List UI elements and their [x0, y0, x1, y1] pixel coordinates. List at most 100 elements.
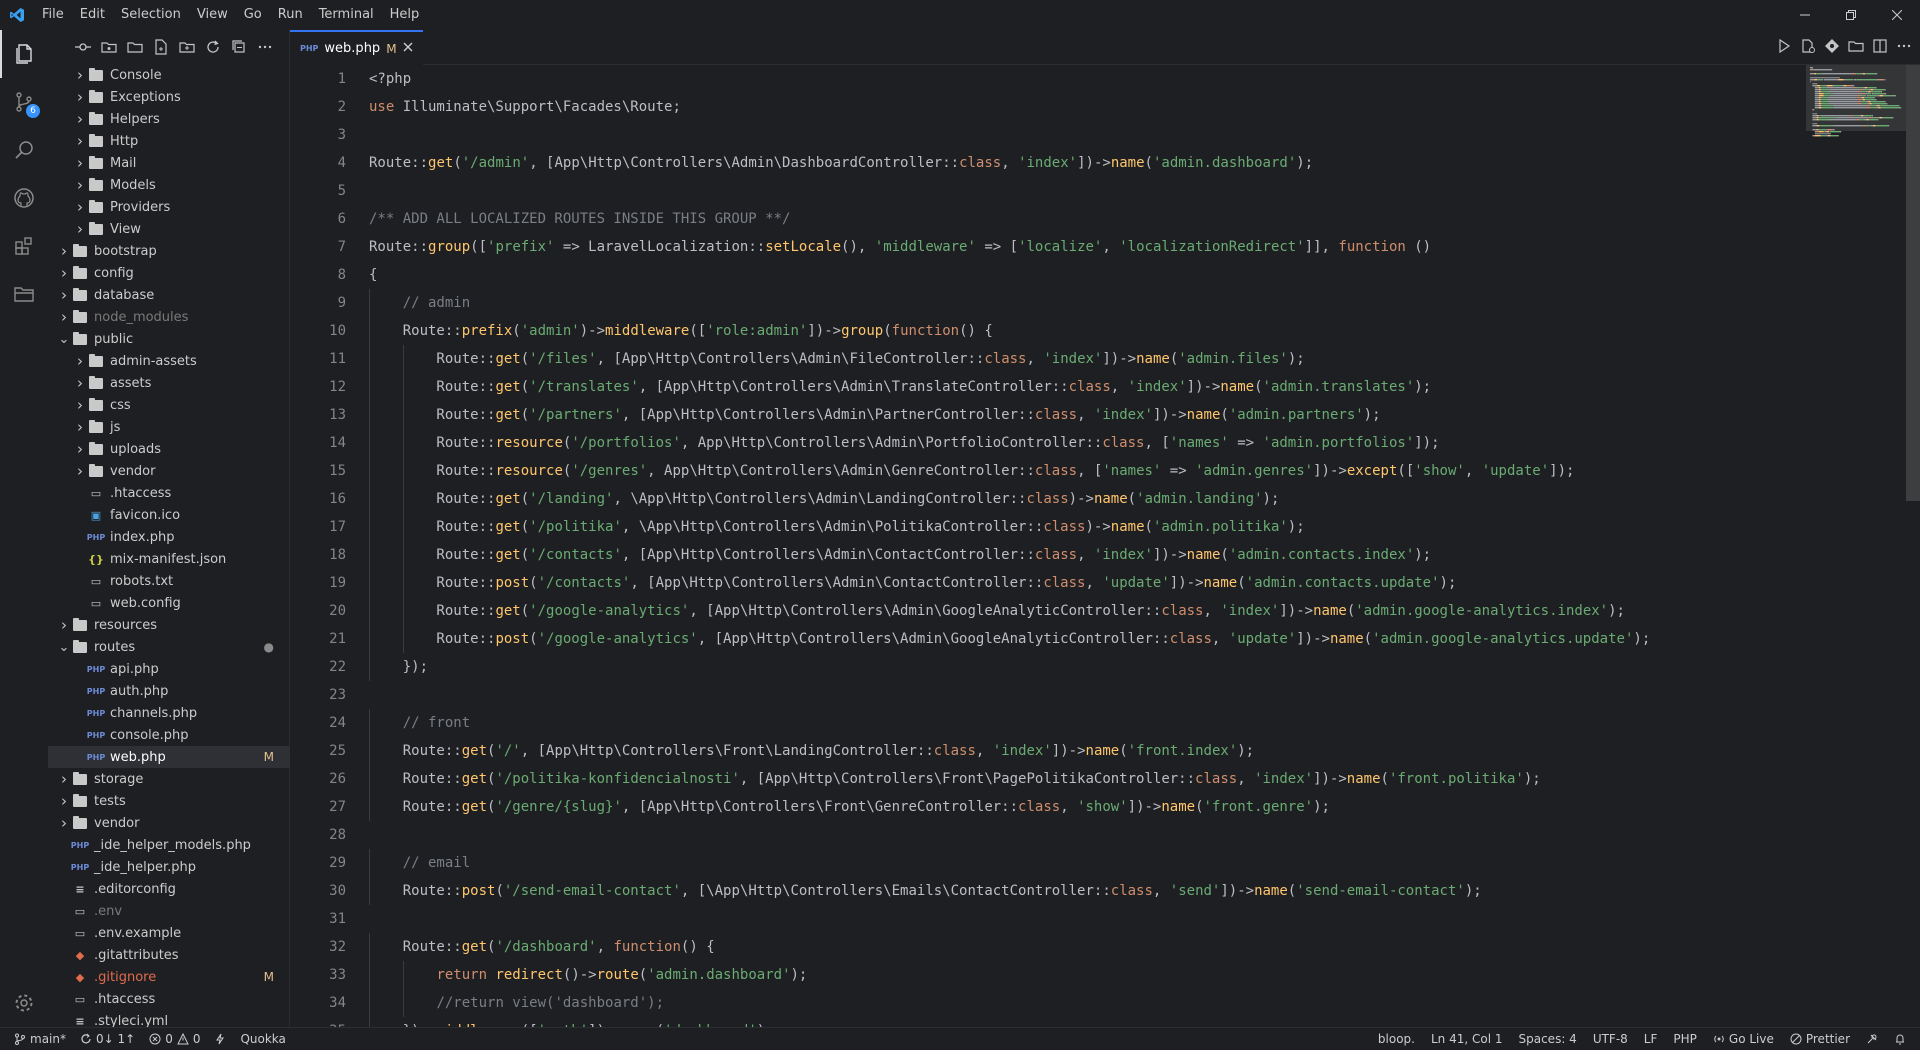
tree-file[interactable]: ≡ .editorconfig: [48, 878, 290, 900]
lightning-indicator[interactable]: [214, 1033, 226, 1045]
close-tab-icon[interactable]: [403, 41, 413, 56]
notifications-bell-icon[interactable]: [1894, 1033, 1906, 1045]
tree-file[interactable]: ◆ .gitattributes: [48, 944, 290, 966]
go-live-button[interactable]: Go Live: [1713, 1032, 1774, 1046]
chevron-right-icon[interactable]: ›: [72, 132, 88, 150]
run-icon[interactable]: [1776, 38, 1792, 58]
chevron-right-icon[interactable]: ›: [72, 374, 88, 392]
extensions-icon[interactable]: [0, 222, 48, 270]
chevron-right-icon[interactable]: ›: [72, 418, 88, 436]
prettier-indicator[interactable]: Prettier: [1790, 1032, 1850, 1046]
tree-folder[interactable]: › storage: [48, 768, 290, 790]
chevron-right-icon[interactable]: ›: [72, 440, 88, 458]
tree-folder[interactable]: › bootstrap: [48, 240, 290, 262]
git-graph-icon[interactable]: [72, 36, 94, 58]
tree-folder[interactable]: › tests: [48, 790, 290, 812]
chevron-right-icon[interactable]: ›: [72, 396, 88, 414]
tree-file[interactable]: PHP web.php M: [48, 746, 290, 768]
chevron-down-icon[interactable]: ⌄: [56, 640, 72, 655]
scrollbar-thumb[interactable]: [1906, 65, 1920, 501]
chevron-right-icon[interactable]: ›: [56, 770, 72, 788]
tree-folder[interactable]: › uploads: [48, 438, 290, 460]
tree-file[interactable]: ▭ .htaccess: [48, 988, 290, 1010]
split-editor-icon[interactable]: [1872, 38, 1888, 58]
tree-file[interactable]: PHP channels.php: [48, 702, 290, 724]
refresh-icon[interactable]: [202, 36, 224, 58]
tree-folder[interactable]: › css: [48, 394, 290, 416]
tree-file[interactable]: PHP auth.php: [48, 680, 290, 702]
tree-file[interactable]: ▭ .env.example: [48, 922, 290, 944]
search-icon[interactable]: [0, 126, 48, 174]
open-folder-icon[interactable]: [124, 36, 146, 58]
chevron-right-icon[interactable]: ›: [72, 66, 88, 84]
tree-folder[interactable]: › Http: [48, 130, 290, 152]
chevron-right-icon[interactable]: ›: [72, 352, 88, 370]
tree-file[interactable]: PHP api.php: [48, 658, 290, 680]
folder-action-icon[interactable]: [98, 36, 120, 58]
chevron-right-icon[interactable]: ›: [72, 110, 88, 128]
git-commit-icon[interactable]: [1824, 38, 1840, 58]
source-control-icon[interactable]: 6: [0, 78, 48, 126]
compare-changes-icon[interactable]: [1800, 38, 1816, 58]
chevron-right-icon[interactable]: ›: [72, 88, 88, 106]
tree-folder[interactable]: › Helpers: [48, 108, 290, 130]
settings-gear-icon[interactable]: [0, 979, 48, 1027]
problems-indicator[interactable]: 0 0: [149, 1032, 200, 1046]
chevron-right-icon[interactable]: ›: [56, 308, 72, 326]
chevron-right-icon[interactable]: ›: [56, 616, 72, 634]
tree-folder[interactable]: › node_modules: [48, 306, 290, 328]
tree-file[interactable]: ▣ favicon.ico: [48, 504, 290, 526]
tree-file[interactable]: ▭ .htaccess: [48, 482, 290, 504]
tree-folder[interactable]: › Exceptions: [48, 86, 290, 108]
menu-file[interactable]: File: [34, 0, 72, 30]
project-manager-icon[interactable]: [0, 270, 48, 318]
tree-file[interactable]: ▭ .env: [48, 900, 290, 922]
tree-folder[interactable]: › vendor: [48, 460, 290, 482]
chevron-right-icon[interactable]: ›: [72, 176, 88, 194]
tree-folder[interactable]: › js: [48, 416, 290, 438]
chevron-right-icon[interactable]: ›: [72, 220, 88, 238]
chevron-right-icon[interactable]: ›: [72, 154, 88, 172]
tree-folder[interactable]: › Console: [48, 64, 290, 86]
bloop-indicator[interactable]: bloop.: [1378, 1032, 1415, 1046]
tree-file[interactable]: {} mix-manifest.json: [48, 548, 290, 570]
tree-file[interactable]: PHP _ide_helper.php: [48, 856, 290, 878]
editor-more-icon[interactable]: [1896, 38, 1912, 58]
menu-run[interactable]: Run: [270, 0, 311, 30]
collapse-all-icon[interactable]: [228, 36, 250, 58]
indentation-indicator[interactable]: Spaces: 4: [1519, 1032, 1577, 1046]
tree-folder[interactable]: › Providers: [48, 196, 290, 218]
tree-folder[interactable]: ⌄ routes ●: [48, 636, 290, 658]
tree-folder[interactable]: › Models: [48, 174, 290, 196]
tree-folder[interactable]: › View: [48, 218, 290, 240]
menu-selection[interactable]: Selection: [113, 0, 189, 30]
menu-go[interactable]: Go: [236, 0, 270, 30]
restore-button[interactable]: [1828, 0, 1874, 30]
code-content[interactable]: <?php use Illuminate\Support\Facades\Rout…: [369, 65, 1819, 1027]
language-mode[interactable]: PHP: [1673, 1032, 1697, 1046]
tree-file[interactable]: PHP _ide_helper_models.php: [48, 834, 290, 856]
minimize-button[interactable]: [1782, 0, 1828, 30]
open-preview-icon[interactable]: [1848, 38, 1864, 58]
tree-folder[interactable]: › database: [48, 284, 290, 306]
chevron-right-icon[interactable]: ›: [72, 462, 88, 480]
menu-terminal[interactable]: Terminal: [311, 0, 382, 30]
code-editor[interactable]: 1 2 3 4 5 6 7 8 9 10 11 12 13 14 15 16 17 18 19 20 21 22 23 24 2…: [290, 65, 1920, 1027]
github-icon[interactable]: [0, 174, 48, 222]
chevron-right-icon[interactable]: ›: [72, 198, 88, 216]
tree-folder[interactable]: › resources: [48, 614, 290, 636]
tree-folder[interactable]: ⌄ public: [48, 328, 290, 350]
tree-file[interactable]: ▭ web.config: [48, 592, 290, 614]
encoding-indicator[interactable]: UTF-8: [1593, 1032, 1628, 1046]
cursor-position[interactable]: Ln 41, Col 1: [1431, 1032, 1503, 1046]
chevron-down-icon[interactable]: ⌄: [56, 332, 72, 347]
menu-help[interactable]: Help: [382, 0, 428, 30]
tree-folder[interactable]: › Mail: [48, 152, 290, 174]
chevron-right-icon[interactable]: ›: [56, 242, 72, 260]
chevron-right-icon[interactable]: ›: [56, 286, 72, 304]
chevron-right-icon[interactable]: ›: [56, 814, 72, 832]
eol-indicator[interactable]: LF: [1644, 1032, 1658, 1046]
minimap[interactable]: [1806, 65, 1906, 1027]
new-file-icon[interactable]: [150, 36, 172, 58]
explorer-icon[interactable]: [0, 30, 48, 78]
